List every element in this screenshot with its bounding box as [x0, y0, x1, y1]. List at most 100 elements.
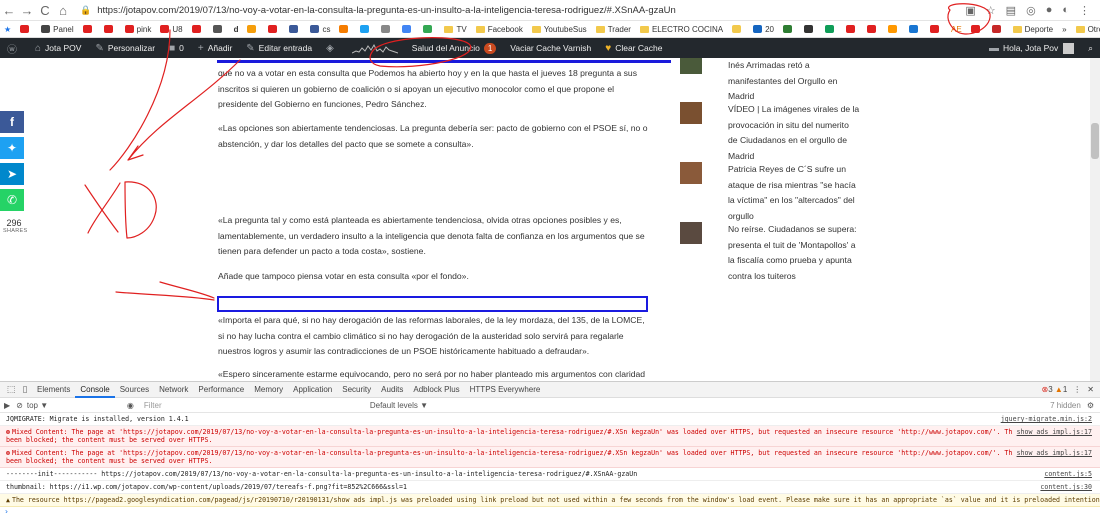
- bookmark-item[interactable]: [339, 25, 351, 33]
- bookmark-item[interactable]: [103, 25, 116, 33]
- tab-audits[interactable]: Audits: [376, 382, 408, 398]
- bookmark-folder[interactable]: Deporte: [1012, 25, 1053, 34]
- news-thumbnail[interactable]: [680, 102, 702, 124]
- news-item[interactable]: Patricia Reyes de C´S sufre un ataque de…: [680, 162, 860, 224]
- eye-icon[interactable]: ◉: [127, 401, 134, 410]
- bookmark-item[interactable]: [289, 25, 301, 33]
- microphone-icon[interactable]: ●: [1046, 4, 1053, 17]
- tab-network[interactable]: Network: [154, 382, 193, 398]
- bookmark-item[interactable]: [191, 25, 204, 33]
- back-icon[interactable]: ←: [0, 3, 18, 18]
- console-filter-input[interactable]: Filter: [144, 401, 364, 410]
- source-link[interactable]: show ads impl.js:17: [1012, 449, 1092, 457]
- tab-memory[interactable]: Memory: [249, 382, 288, 398]
- bookmark-item[interactable]: [732, 25, 744, 33]
- wordpress-logo[interactable]: ⓦ: [0, 38, 28, 58]
- stats-sparkline[interactable]: [345, 38, 405, 58]
- bookmark-item[interactable]: 20: [753, 25, 774, 34]
- log-levels-select[interactable]: Default levels ▼: [370, 401, 428, 410]
- page-scrollbar[interactable]: [1090, 58, 1100, 381]
- bookmark-folder[interactable]: YoutubeSus: [531, 25, 587, 34]
- site-name-link[interactable]: ⌂ Jota POV: [28, 38, 88, 58]
- news-item[interactable]: Inés Arrimadas retó a manifestantes del …: [680, 58, 860, 105]
- bookmark-folder[interactable]: Facebook: [475, 25, 523, 34]
- reload-icon[interactable]: C: [36, 3, 54, 18]
- bookmark-item[interactable]: [908, 25, 921, 33]
- more-options-icon[interactable]: ⋮: [1073, 385, 1081, 394]
- bookmark-star-icon[interactable]: ★: [4, 25, 11, 34]
- news-title[interactable]: No reírse. Ciudadanos se supera: present…: [728, 222, 860, 284]
- comments-link[interactable]: ■ 0: [162, 38, 191, 58]
- scrollbar-thumb[interactable]: [1091, 123, 1099, 159]
- tab-https-everywhere[interactable]: HTTPS Everywhere: [465, 382, 546, 398]
- news-thumbnail[interactable]: [680, 162, 702, 184]
- bookmark-item[interactable]: AE: [951, 25, 962, 34]
- bookmark-item[interactable]: [782, 25, 795, 33]
- bookmark-item[interactable]: pink: [124, 25, 151, 34]
- bookmark-item[interactable]: cs: [310, 25, 330, 34]
- bookmark-item[interactable]: Panel: [41, 25, 74, 34]
- tab-console[interactable]: Console: [75, 382, 115, 398]
- news-title[interactable]: VÍDEO | La imágenes virales de la provoc…: [728, 102, 860, 164]
- menu-icon[interactable]: ⋮: [1079, 4, 1090, 17]
- bookmark-item[interactable]: U8: [160, 25, 183, 34]
- source-link[interactable]: content.js:5: [1040, 470, 1092, 478]
- tab-sources[interactable]: Sources: [115, 382, 154, 398]
- account-link[interactable]: ▬ Hola, Jota Pov: [982, 38, 1081, 58]
- bookmark-folder[interactable]: ELECTRO COCINA: [639, 25, 723, 34]
- home-icon[interactable]: ⌂: [54, 3, 72, 18]
- context-select[interactable]: top ▼: [27, 401, 127, 410]
- source-link[interactable]: jquery-migrate.min.js:2: [997, 415, 1092, 423]
- bookmark-item[interactable]: [991, 25, 1004, 33]
- search-icon[interactable]: ⌕: [1081, 38, 1100, 58]
- ad-health-link[interactable]: Salud del Anuncio 1: [405, 38, 504, 58]
- source-link[interactable]: content.js:30: [1036, 483, 1092, 491]
- bookmark-item[interactable]: [402, 25, 414, 33]
- news-item[interactable]: No reírse. Ciudadanos se supera: present…: [680, 222, 860, 284]
- star-icon[interactable]: ☆: [986, 4, 996, 17]
- tab-performance[interactable]: Performance: [193, 382, 249, 398]
- twitter-share-button[interactable]: ✦: [0, 137, 24, 159]
- bookmark-item[interactable]: [82, 25, 95, 33]
- error-counter[interactable]: ⊗3 ▲1: [1042, 385, 1068, 394]
- device-toolbar-icon[interactable]: ▯: [18, 384, 32, 395]
- add-new-link[interactable]: + Añadir: [191, 38, 239, 58]
- bookmark-item[interactable]: [381, 25, 393, 33]
- source-link[interactable]: show ads impl.js:17: [1012, 428, 1092, 436]
- tab-security[interactable]: Security: [337, 382, 376, 398]
- tab-elements[interactable]: Elements: [32, 382, 75, 398]
- whatsapp-share-button[interactable]: ✆: [0, 189, 24, 211]
- bookmark-item[interactable]: [360, 25, 372, 33]
- inspect-icon[interactable]: ⬚: [4, 384, 18, 395]
- tab-adblock-plus[interactable]: Adblock Plus: [408, 382, 464, 398]
- bookmark-item[interactable]: [929, 25, 942, 33]
- bookmark-folder[interactable]: Trader: [595, 25, 631, 34]
- bookmark-item[interactable]: [247, 25, 259, 33]
- forward-icon[interactable]: →: [18, 3, 36, 18]
- settings-gear-icon[interactable]: ⚙: [1087, 401, 1100, 410]
- news-thumbnail[interactable]: [680, 58, 702, 74]
- other-bookmarks[interactable]: Otros marcadores: [1075, 25, 1100, 34]
- bookmark-item[interactable]: [423, 25, 435, 33]
- news-title[interactable]: Patricia Reyes de C´S sufre un ataque de…: [728, 162, 860, 224]
- clear-console-icon[interactable]: ⊘: [16, 401, 23, 410]
- news-thumbnail[interactable]: [680, 222, 702, 244]
- bookmark-item[interactable]: [887, 25, 900, 33]
- bookmark-item[interactable]: [268, 25, 280, 33]
- extension-icon[interactable]: ◎: [1026, 4, 1036, 17]
- bookmark-item[interactable]: [866, 25, 879, 33]
- bookmark-item[interactable]: [20, 25, 32, 33]
- bookmark-item[interactable]: [824, 25, 837, 33]
- bookmark-folder[interactable]: TV: [444, 25, 467, 34]
- console-prompt[interactable]: ›: [0, 507, 1100, 513]
- varnish-cache-link[interactable]: Vaciar Cache Varnish: [503, 38, 598, 58]
- news-title[interactable]: Inés Arrimadas retó a manifestantes del …: [728, 58, 860, 105]
- news-item[interactable]: VÍDEO | La imágenes virales de la provoc…: [680, 102, 860, 164]
- facebook-share-button[interactable]: f: [0, 111, 24, 133]
- tab-application[interactable]: Application: [288, 382, 337, 398]
- bookmark-item[interactable]: [970, 25, 983, 33]
- edit-post-link[interactable]: ✎ Editar entrada: [239, 38, 319, 58]
- bookmark-item[interactable]: d: [234, 25, 239, 34]
- bookmark-item[interactable]: [212, 25, 225, 33]
- more-bookmarks-icon[interactable]: »: [1062, 25, 1066, 34]
